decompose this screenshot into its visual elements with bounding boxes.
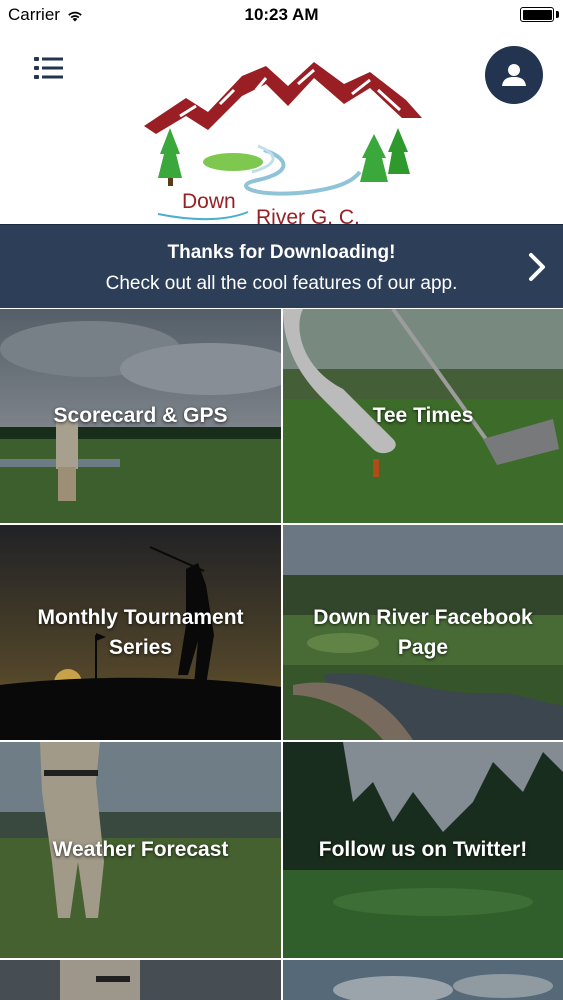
battery-icon — [520, 7, 554, 22]
status-bar: Carrier 10:23 AM — [0, 0, 563, 30]
user-avatar-icon — [502, 64, 526, 86]
tile-label: Tee Times — [372, 404, 474, 427]
battery-cap — [556, 11, 559, 18]
promo-banner[interactable]: Thanks for Downloading! Check out all th… — [0, 224, 563, 308]
tile-weather-forecast[interactable]: Weather Forecast — [0, 742, 281, 958]
menu-button[interactable] — [32, 54, 66, 84]
tile-label: Down River Facebook Page — [313, 605, 533, 659]
logo-text-line1: Down — [182, 190, 236, 213]
logo-text-line2: River G. C. — [256, 206, 360, 226]
app-header: Down River G. C. — [0, 30, 563, 226]
tile-partial-right[interactable] — [283, 960, 563, 1000]
tile-partial-left[interactable] — [0, 960, 281, 1000]
tile-tee-times[interactable]: Tee Times — [283, 309, 563, 523]
promo-subtitle: Check out all the cool features of our a… — [105, 273, 458, 294]
tile-scorecard-gps[interactable]: Scorecard & GPS — [0, 309, 281, 523]
tile-label: Monthly Tournament Series — [37, 605, 244, 659]
tile-facebook-page[interactable]: Down River Facebook Page — [283, 525, 563, 740]
chevron-right-icon — [529, 253, 545, 281]
profile-button[interactable] — [485, 46, 543, 104]
promo-title: Thanks for Downloading! — [167, 242, 396, 263]
tile-twitter[interactable]: Follow us on Twitter! — [283, 742, 563, 958]
tile-label: Weather Forecast — [52, 838, 229, 861]
club-logo: Down River G. C. — [144, 62, 422, 226]
tile-monthly-tournament[interactable]: Monthly Tournament Series — [0, 525, 281, 740]
status-time: 10:23 AM — [244, 5, 319, 24]
list-menu-icon — [34, 57, 63, 79]
tile-label: Scorecard & GPS — [53, 404, 228, 427]
tile-label: Follow us on Twitter! — [318, 838, 528, 861]
